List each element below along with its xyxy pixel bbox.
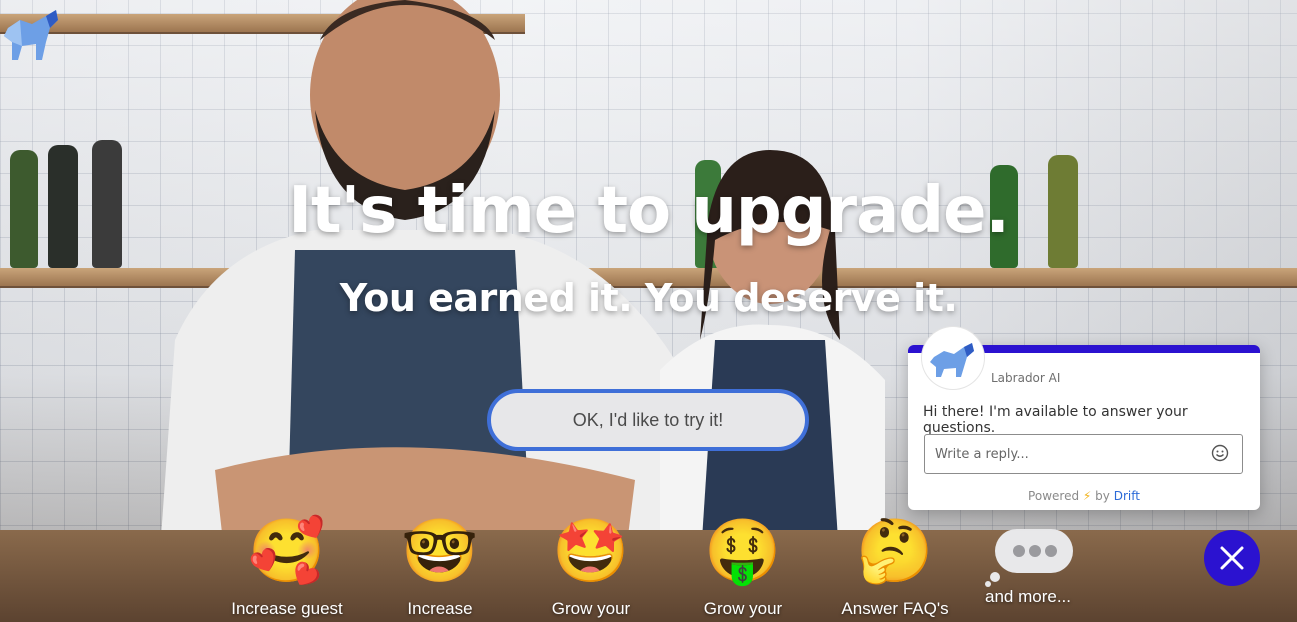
- feature-label: and more...: [985, 587, 1071, 606]
- bot-avatar: [922, 327, 984, 389]
- feature-item[interactable]: 🤓 Increase: [365, 515, 515, 619]
- star-struck-icon: 🤩: [552, 514, 630, 587]
- feature-label: Grow your: [551, 599, 631, 618]
- hero-headline: It's time to upgrade.: [288, 174, 1010, 248]
- feature-item[interactable]: and more...: [953, 515, 1103, 607]
- feature-label: Answer FAQ's: [841, 599, 949, 618]
- nerd-face-icon: 🤓: [401, 514, 479, 587]
- powered-by-text: by: [1095, 489, 1110, 503]
- hero-subheadline: You earned it. You deserve it.: [339, 276, 958, 320]
- feature-item[interactable]: 🤩 Grow your: [516, 515, 666, 619]
- close-chat-button[interactable]: [1204, 530, 1260, 586]
- chat-widget: Labrador AI Hi there! I'm available to a…: [908, 327, 1260, 510]
- chat-message: Hi there! I'm available to answer your q…: [923, 404, 1188, 436]
- features-row: 🥰 Increase guest 🤓 Increase 🤩 Grow your …: [0, 515, 1297, 622]
- try-it-button[interactable]: OK, I'd like to try it!: [487, 389, 809, 451]
- close-icon: [1220, 546, 1244, 570]
- feature-item[interactable]: 🤑 Grow your: [668, 515, 818, 619]
- money-mouth-face-icon: 🤑: [704, 514, 782, 587]
- feature-label: Increase: [407, 599, 473, 618]
- drift-brand: Drift: [1113, 489, 1140, 503]
- lightning-icon: ⚡: [1082, 489, 1092, 503]
- feature-item[interactable]: 🤔 Answer FAQ's: [820, 515, 970, 619]
- emoji-picker-icon[interactable]: [1211, 444, 1229, 462]
- powered-by-drift[interactable]: Powered ⚡ by Drift: [908, 489, 1260, 503]
- feature-label: Increase guest: [231, 599, 343, 618]
- labrador-logo-icon[interactable]: [2, 6, 60, 62]
- smiling-face-with-hearts-icon: 🥰: [248, 514, 326, 587]
- bot-name: Labrador AI: [991, 371, 1061, 385]
- feature-item[interactable]: 🥰 Increase guest: [212, 515, 362, 619]
- thought-bubble-icon: [985, 527, 1073, 587]
- powered-prefix: Powered: [1028, 489, 1080, 503]
- feature-label: Grow your: [703, 599, 783, 618]
- thinking-face-icon: 🤔: [856, 514, 934, 587]
- reply-input[interactable]: [924, 434, 1243, 474]
